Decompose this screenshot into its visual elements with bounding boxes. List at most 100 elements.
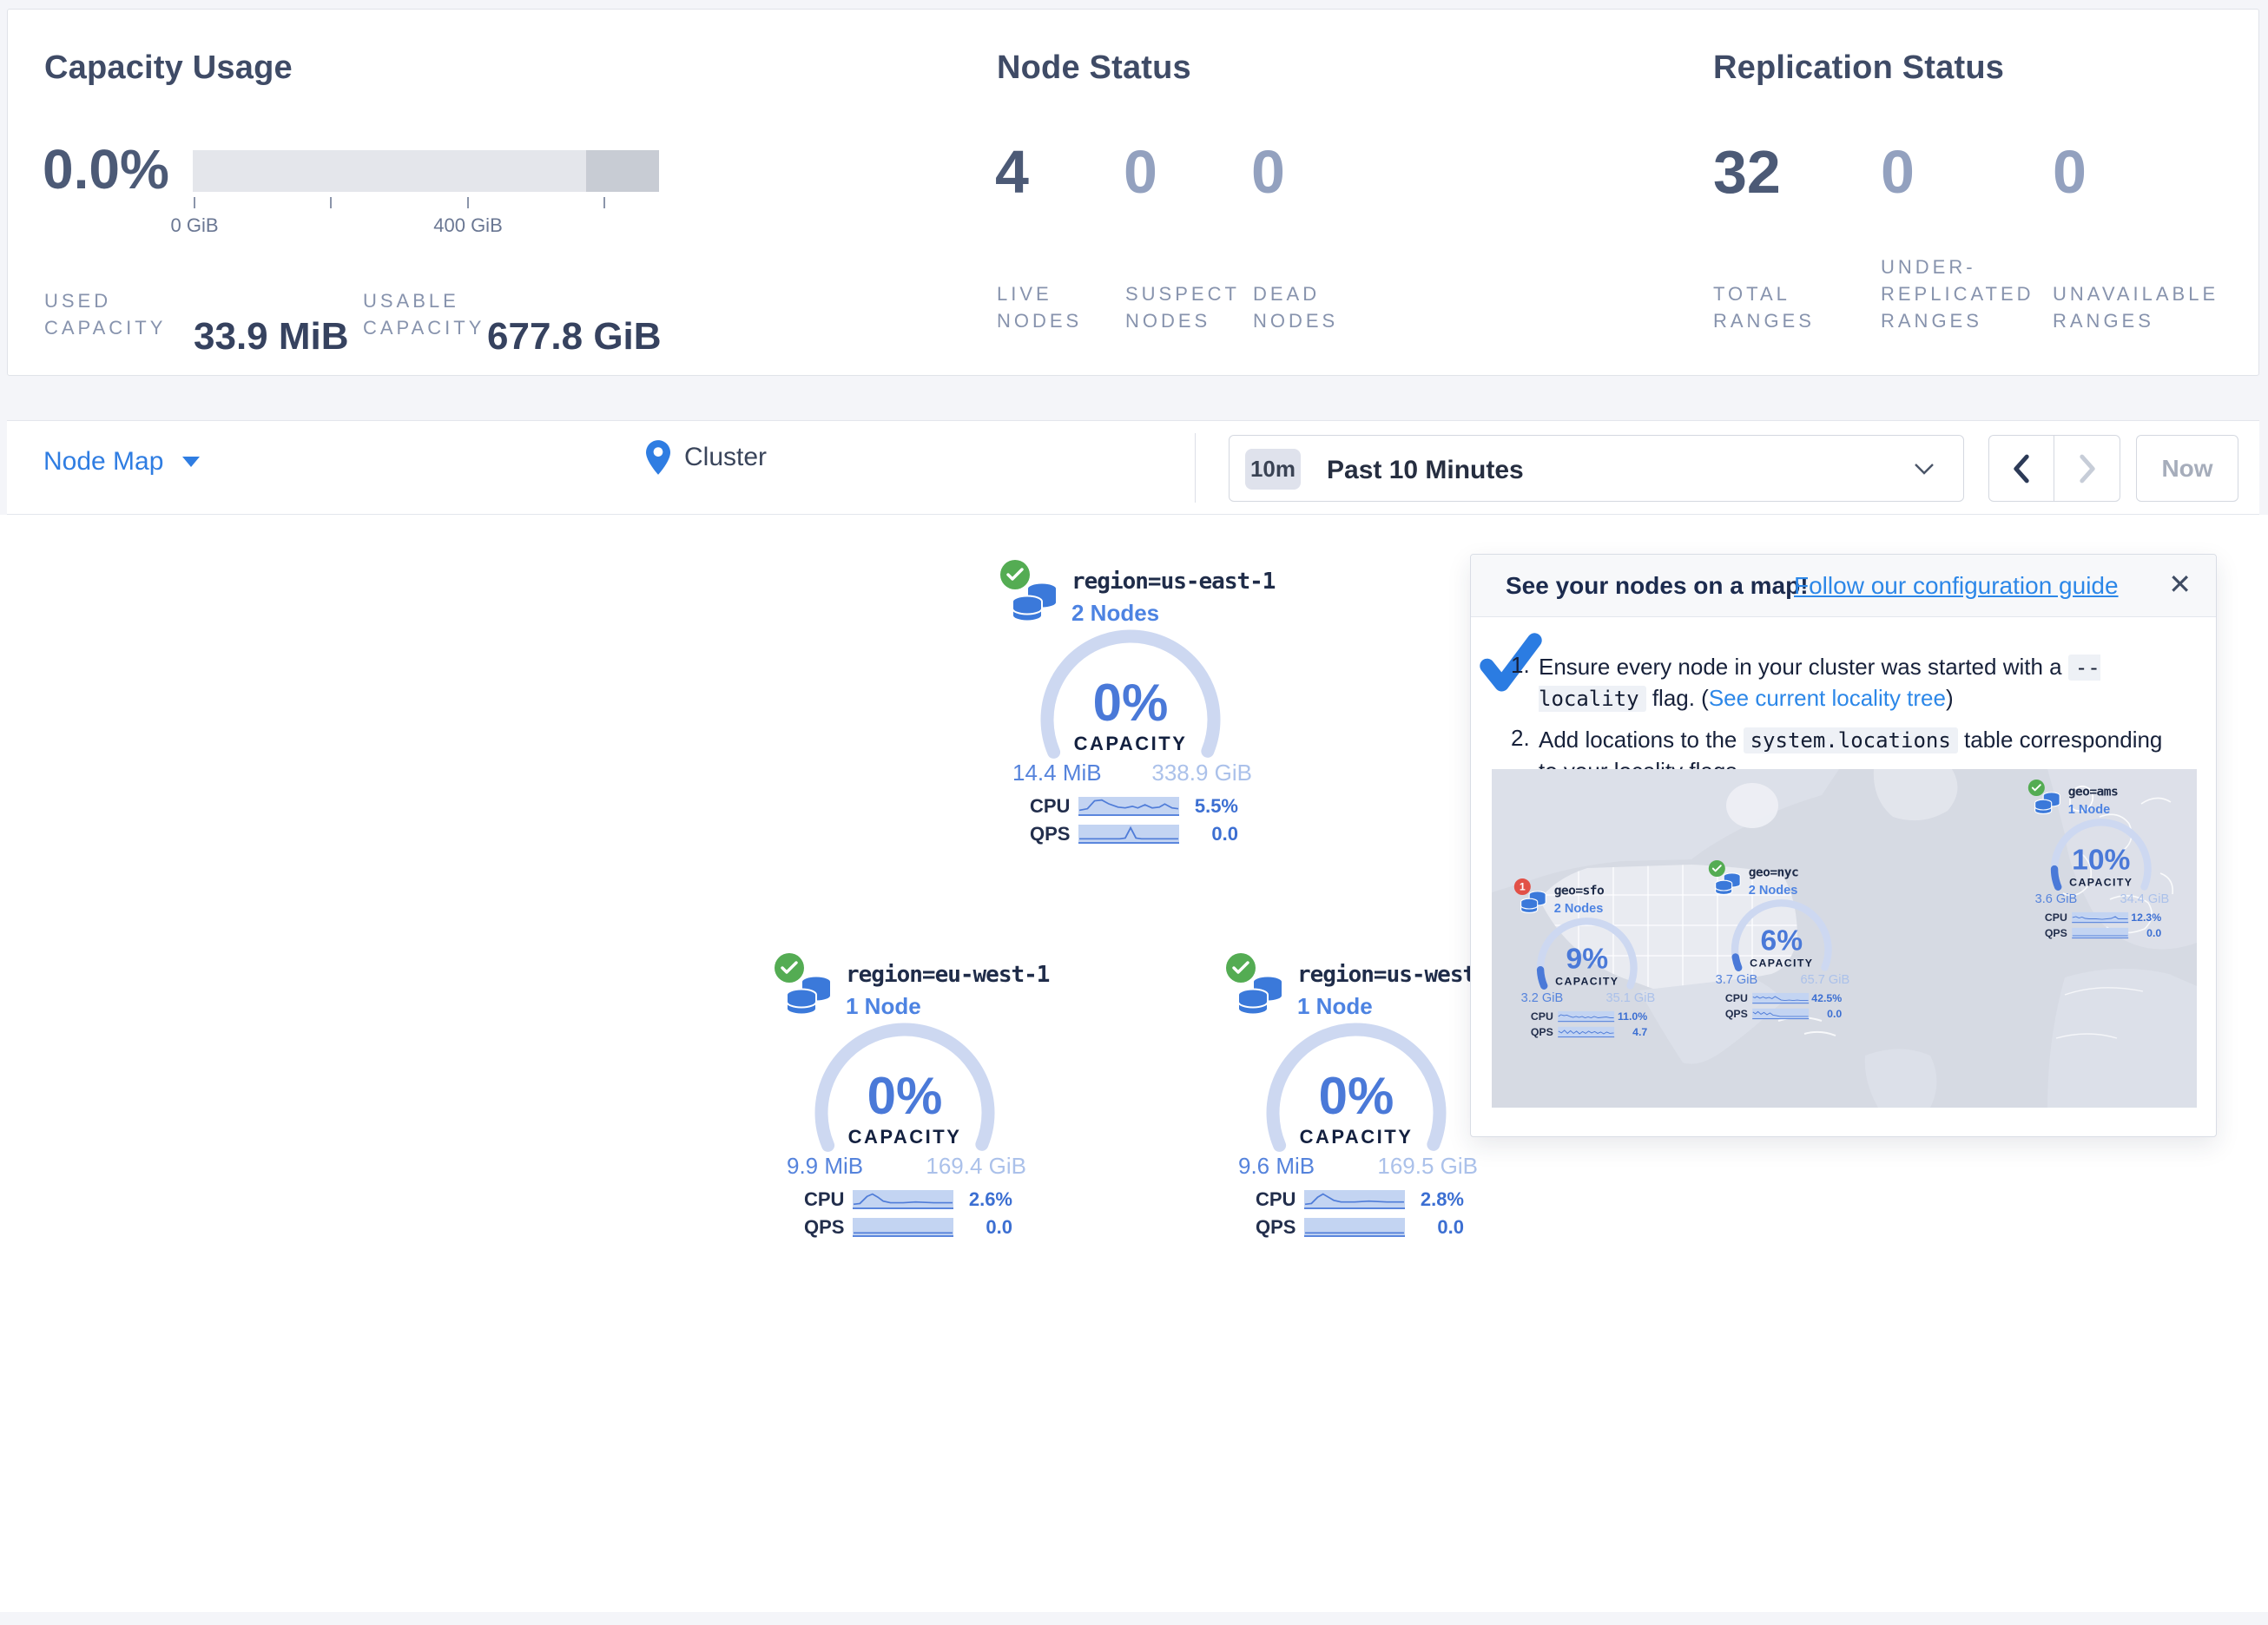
total-value: 338.9 GiB <box>1151 760 1252 786</box>
cpu-row: CPU 2.8% <box>1256 1189 1464 1210</box>
qps-label: QPS <box>1725 1008 1752 1021</box>
map-node-geo-nyc[interactable]: geo=nyc 2 Nodes 6% CAPACITY 3.7 GiB 65.7… <box>1694 860 1869 1025</box>
breadcrumb-label: Cluster <box>684 443 767 472</box>
under-label-line2: REPLICATED <box>1881 280 2034 307</box>
time-step-buttons <box>1988 435 2120 502</box>
used-value: 9.9 MiB <box>787 1153 863 1180</box>
used-value: 3.2 GiB <box>1521 990 1564 1005</box>
cpu-sparkline <box>2072 912 2128 923</box>
toolbar-divider <box>1195 433 1196 503</box>
node-status-title: Node Status <box>997 49 1191 87</box>
axis-tick <box>603 197 605 208</box>
locality-tree-link[interactable]: See current locality tree <box>1709 685 1946 711</box>
usable-capacity-label: USABLE CAPACITY <box>363 287 485 341</box>
usable-capacity-value: 677.8 GiB <box>487 315 662 359</box>
region-node-us-west-1[interactable]: region=us-west-1 1 Node 0% CAPACITY 9.6 … <box>1200 953 1513 1248</box>
used-label-line2: CAPACITY <box>44 314 166 341</box>
cpu-sparkline <box>1078 797 1179 816</box>
page-bottom-strip <box>0 1612 2268 1625</box>
time-range-badge: 10m <box>1245 449 1301 490</box>
qps-label: QPS <box>2045 927 2072 940</box>
unavailable-ranges-label: UNAVAILABLE RANGES <box>2053 280 2219 334</box>
capacity-values: 9.9 MiB 169.4 GiB <box>787 1153 1026 1180</box>
cpu-value: 12.3% <box>2131 911 2161 924</box>
capacity-bar-reserved-segment <box>586 150 659 192</box>
next-time-button[interactable] <box>2054 436 2120 501</box>
dead-nodes-value: 0 <box>1251 141 1285 202</box>
cpu-label: CPU <box>1531 1010 1558 1023</box>
locality-name: geo=sfo <box>1554 884 1604 898</box>
capacity-values: 3.7 GiB 65.7 GiB <box>1716 972 1850 987</box>
axis-tick <box>194 197 195 208</box>
breadcrumb[interactable]: Cluster <box>646 440 767 475</box>
qps-row: QPS 0.0 <box>1256 1217 1464 1238</box>
configuration-guide-link[interactable]: Follow our configuration guide <box>1794 572 2119 600</box>
close-icon[interactable]: ✕ <box>2168 570 2192 598</box>
total-ranges-label: TOTAL RANGES <box>1713 280 1815 334</box>
usable-label-line2: CAPACITY <box>363 314 485 341</box>
time-range-dropdown[interactable]: 10m Past 10 Minutes <box>1229 435 1964 502</box>
cpu-label: CPU <box>1030 795 1078 818</box>
cpu-sparkline <box>853 1190 953 1209</box>
total-label-line2: RANGES <box>1713 307 1815 334</box>
capacity-percent: 10% <box>2014 843 2189 877</box>
cpu-value: 5.5% <box>1195 795 1238 818</box>
locality-name: geo=nyc <box>1749 865 1798 880</box>
cpu-label: CPU <box>804 1188 853 1211</box>
chevron-down-icon <box>1914 463 1935 475</box>
unavailable-ranges-value: 0 <box>2053 141 2087 202</box>
unavail-label-line1: UNAVAILABLE <box>2053 280 2219 307</box>
under-replicated-value: 0 <box>1881 141 1915 202</box>
time-range-label: Past 10 Minutes <box>1327 456 1524 485</box>
qps-sparkline <box>2072 928 2128 938</box>
qps-row: QPS 0.0 <box>2045 927 2161 938</box>
capacity-label: CAPACITY <box>1694 957 1869 970</box>
qps-row: QPS 4.7 <box>1531 1026 1647 1037</box>
axis-label-0: 0 GiB <box>129 214 260 237</box>
capacity-values: 9.6 MiB 169.5 GiB <box>1238 1153 1478 1180</box>
map-pin-icon <box>646 440 670 475</box>
qps-value: 0.0 <box>1437 1216 1464 1239</box>
capacity-percent: 0% <box>974 673 1287 733</box>
used-value: 14.4 MiB <box>1012 760 1102 786</box>
capacity-usage-title: Capacity Usage <box>44 49 293 87</box>
live-nodes-label: LIVE NODES <box>997 280 1082 334</box>
axis-label-400: 400 GiB <box>403 214 533 237</box>
cpu-label: CPU <box>1256 1188 1304 1211</box>
region-node-us-east-1[interactable]: region=us-east-1 2 Nodes 0% CAPACITY 14.… <box>974 560 1287 855</box>
prev-time-button[interactable] <box>1989 436 2054 501</box>
popup-title: See your nodes on a map! <box>1506 572 1809 600</box>
used-value: 3.7 GiB <box>1716 972 1758 987</box>
qps-row: QPS 0.0 <box>1030 824 1238 845</box>
step2-number: 2. <box>1511 725 1530 752</box>
now-button[interactable]: Now <box>2136 435 2238 502</box>
suspect-nodes-label: SUSPECT NODES <box>1125 280 1240 334</box>
under-label-line1: UNDER- <box>1881 253 2034 280</box>
capacity-label: CAPACITY <box>974 733 1287 755</box>
cpu-label: CPU <box>1725 992 1752 1005</box>
map-node-geo-ams[interactable]: geo=ams 1 Node 10% CAPACITY 3.6 GiB 34.4… <box>2014 780 2189 944</box>
region-node-eu-west-1[interactable]: region=eu-west-1 1 Node 0% CAPACITY 9.9 … <box>748 953 1061 1248</box>
qps-value: 0.0 <box>1211 823 1238 845</box>
step1-text-a: Ensure every node in your cluster was st… <box>1539 654 2068 680</box>
used-capacity-value: 33.9 MiB <box>194 315 349 359</box>
dead-label-line1: DEAD <box>1253 280 1338 307</box>
qps-sparkline <box>1304 1218 1405 1237</box>
chevron-down-icon <box>182 457 200 467</box>
axis-tick <box>467 197 469 208</box>
locality-name: region=eu-west-1 <box>846 962 1049 988</box>
qps-sparkline <box>1078 825 1179 844</box>
chevron-left-icon <box>2012 454 2031 484</box>
usable-label-line1: USABLE <box>363 287 485 314</box>
capacity-values: 14.4 MiB 338.9 GiB <box>1012 760 1252 786</box>
cpu-value: 2.8% <box>1421 1188 1464 1211</box>
cpu-value: 2.6% <box>969 1188 1012 1211</box>
qps-value: 0.0 <box>2146 927 2161 940</box>
capacity-label: CAPACITY <box>748 1126 1061 1148</box>
map-node-geo-sfo[interactable]: 1 geo=sfo 2 Nodes 9% CAPACITY 3.2 GiB 35… <box>1500 878 1675 1043</box>
capacity-values: 3.6 GiB 34.4 GiB <box>2035 891 2170 906</box>
view-selector-dropdown[interactable]: Node Map <box>43 447 200 477</box>
qps-label: QPS <box>804 1216 853 1239</box>
popup-header: See your nodes on a map! Follow our conf… <box>1471 555 2216 617</box>
used-value: 3.6 GiB <box>2035 891 2078 906</box>
